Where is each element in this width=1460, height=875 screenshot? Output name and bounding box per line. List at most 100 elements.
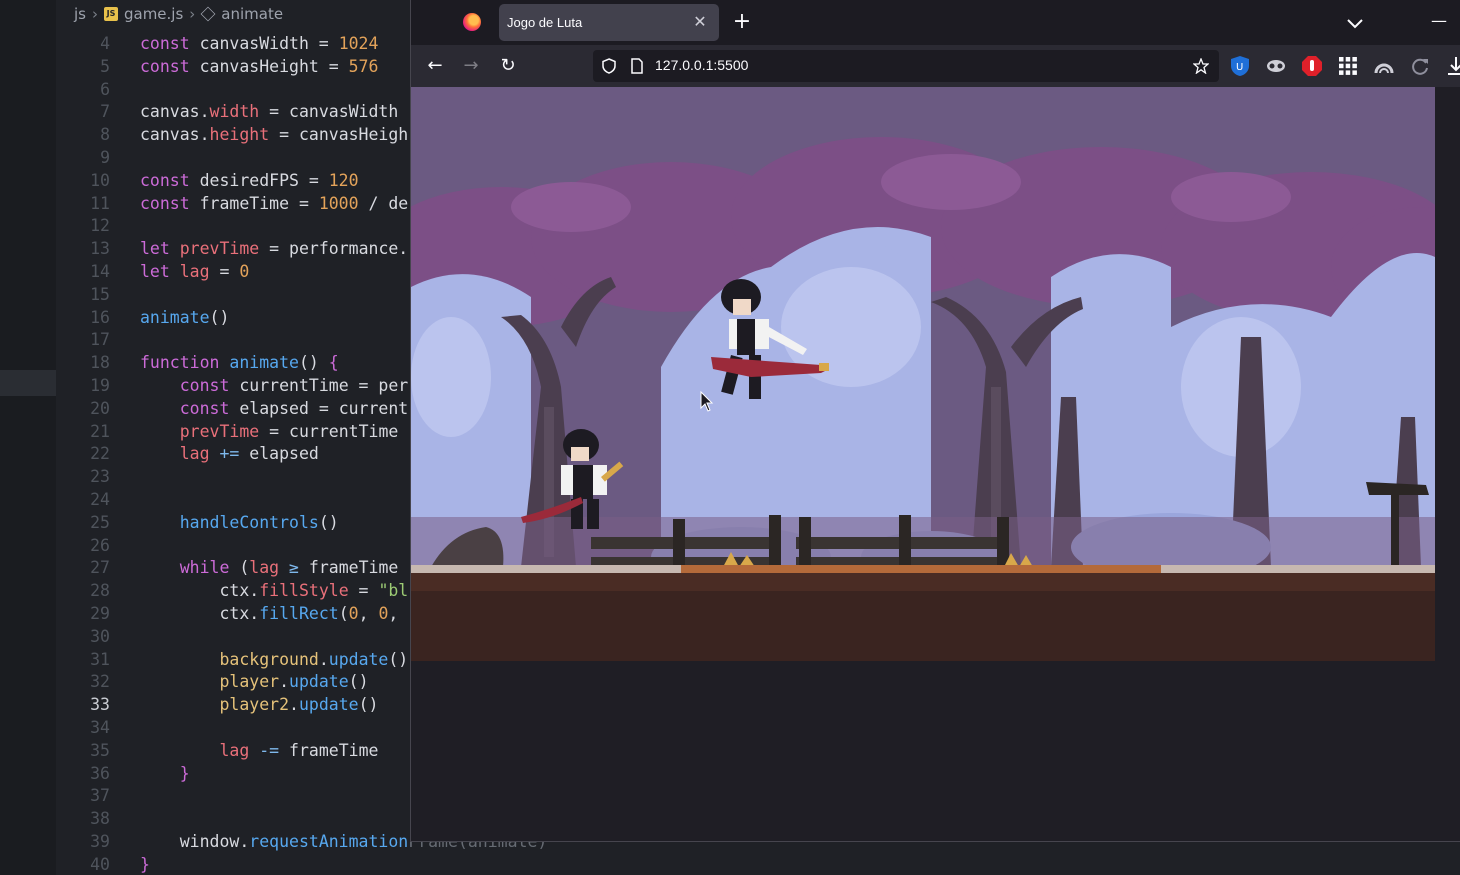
reload-button[interactable]: ↻ bbox=[496, 55, 520, 77]
ground-upper bbox=[411, 573, 1435, 591]
tab-title: Jogo de Luta bbox=[507, 15, 583, 30]
code-text[interactable]: const canvasHeight = 576 bbox=[140, 56, 378, 79]
breadcrumb-symbol[interactable]: animate bbox=[221, 5, 283, 23]
code-text[interactable]: background.update() bbox=[140, 649, 408, 672]
code-text[interactable]: lag -= frameTime bbox=[140, 740, 378, 763]
code-text[interactable]: let lag = 0 bbox=[140, 261, 249, 284]
line-number: 34 bbox=[90, 717, 110, 737]
download-icon[interactable] bbox=[1445, 55, 1460, 77]
breadcrumb: js › JS game.js › animate bbox=[74, 4, 283, 24]
line-number: 14 bbox=[90, 261, 110, 281]
line-number: 15 bbox=[90, 284, 110, 304]
line-number: 30 bbox=[90, 626, 110, 646]
line-number: 10 bbox=[90, 170, 110, 190]
code-text[interactable]: } bbox=[140, 854, 150, 875]
line-number: 16 bbox=[90, 307, 110, 327]
js-file-icon: JS bbox=[103, 7, 118, 21]
line-number: 4 bbox=[100, 34, 110, 53]
nav-bar: ← → ↻ 127.0.0.1:5500 U bbox=[411, 45, 1460, 87]
tab-list-chevron-icon[interactable] bbox=[1343, 11, 1367, 35]
svg-text:U: U bbox=[1236, 62, 1243, 73]
line-number: 27 bbox=[90, 558, 110, 578]
line-number: 23 bbox=[90, 467, 110, 487]
line-number: 9 bbox=[100, 147, 110, 167]
code-text[interactable]: const desiredFPS = 120 bbox=[140, 170, 359, 193]
activity-bar bbox=[0, 0, 56, 875]
back-button[interactable]: ← bbox=[423, 55, 447, 77]
code-text[interactable]: player.update() bbox=[140, 671, 368, 694]
grid-icon[interactable] bbox=[1337, 55, 1359, 77]
line-number: 17 bbox=[90, 330, 110, 350]
line-number: 29 bbox=[90, 603, 110, 623]
line-number: 35 bbox=[90, 740, 110, 760]
tab-jogo-de-luta[interactable]: Jogo de Luta ✕ bbox=[499, 4, 719, 41]
code-text[interactable]: let prevTime = performance. bbox=[140, 238, 408, 261]
page-viewport bbox=[411, 87, 1460, 841]
code-text[interactable]: prevTime = currentTime bbox=[140, 421, 399, 444]
browser-window: Jogo de Luta ✕ + — ← → ↻ 127.0.0.1:5500 … bbox=[410, 0, 1460, 842]
sync-icon[interactable] bbox=[1409, 55, 1431, 77]
code-text[interactable]: animate() bbox=[140, 307, 229, 330]
breadcrumb-file[interactable]: game.js bbox=[124, 5, 183, 23]
line-number: 25 bbox=[90, 512, 110, 532]
forward-button[interactable]: → bbox=[459, 55, 483, 77]
mask-icon[interactable] bbox=[1265, 55, 1287, 77]
code-text[interactable]: function animate() { bbox=[140, 352, 339, 375]
line-number: 37 bbox=[90, 786, 110, 806]
code-text[interactable]: lag += elapsed bbox=[140, 443, 319, 466]
code-text[interactable]: canvas.height = canvasHeigh bbox=[140, 124, 408, 147]
chevron-right-icon: › bbox=[91, 5, 98, 23]
line-number: 22 bbox=[90, 444, 110, 464]
code-text[interactable]: while (lag ≥ frameTime bbox=[140, 557, 399, 580]
code-text[interactable]: canvas.width = canvasWidth bbox=[140, 101, 398, 124]
url-text[interactable]: 127.0.0.1:5500 bbox=[655, 57, 748, 73]
line-number: 38 bbox=[90, 809, 110, 829]
line-number: 12 bbox=[90, 216, 110, 236]
code-text[interactable]: const canvasWidth = 1024 bbox=[140, 33, 378, 56]
game-canvas[interactable] bbox=[411, 87, 1435, 661]
line-number: 20 bbox=[90, 398, 110, 418]
breadcrumb-folder[interactable]: js bbox=[74, 5, 86, 23]
line-number: 28 bbox=[90, 581, 110, 601]
code-text[interactable]: player2.update() bbox=[140, 694, 378, 717]
firefox-logo-icon[interactable] bbox=[463, 13, 481, 31]
adblock-icon[interactable] bbox=[1301, 55, 1323, 77]
close-icon[interactable]: ✕ bbox=[691, 13, 709, 31]
code-text[interactable]: const currentTime = per bbox=[140, 375, 408, 398]
line-number: 24 bbox=[90, 489, 110, 509]
code-text[interactable]: const elapsed = current bbox=[140, 398, 408, 421]
code-text[interactable]: ctx.fillStyle = "bl bbox=[140, 580, 408, 603]
code-text[interactable]: const frameTime = 1000 / de bbox=[140, 193, 408, 216]
minimize-button[interactable]: — bbox=[1427, 11, 1451, 35]
line-number: 33 bbox=[90, 695, 110, 715]
shield-icon[interactable] bbox=[601, 58, 617, 74]
activity-bar-selection bbox=[0, 370, 56, 396]
ublock-icon[interactable]: U bbox=[1229, 55, 1251, 77]
vpn-icon[interactable] bbox=[1373, 55, 1395, 77]
ground-top bbox=[681, 565, 1161, 573]
line-number: 8 bbox=[100, 125, 110, 145]
code-text[interactable]: handleControls() bbox=[140, 512, 339, 535]
line-number: 11 bbox=[90, 193, 110, 213]
code-text[interactable]: } bbox=[140, 763, 190, 786]
chevron-right-icon: › bbox=[189, 5, 196, 23]
line-number: 31 bbox=[90, 649, 110, 669]
tab-bar: Jogo de Luta ✕ + — bbox=[411, 0, 1460, 45]
line-number: 19 bbox=[90, 375, 110, 395]
line-number: 7 bbox=[100, 102, 110, 122]
new-tab-button[interactable]: + bbox=[731, 11, 753, 33]
url-bar[interactable]: 127.0.0.1:5500 bbox=[593, 50, 1219, 82]
function-symbol-icon bbox=[200, 6, 216, 22]
bookmark-star-icon[interactable] bbox=[1193, 58, 1209, 74]
line-number: 5 bbox=[100, 56, 110, 76]
line-number: 36 bbox=[90, 763, 110, 783]
line-number: 13 bbox=[90, 239, 110, 259]
page-icon[interactable] bbox=[629, 58, 645, 74]
line-number: 40 bbox=[90, 854, 110, 874]
line-number: 21 bbox=[90, 421, 110, 441]
line-number: 6 bbox=[100, 79, 110, 99]
line-number: 26 bbox=[90, 535, 110, 555]
line-number: 39 bbox=[90, 831, 110, 851]
line-number: 18 bbox=[90, 353, 110, 373]
code-text[interactable]: ctx.fillRect(0, 0, bbox=[140, 603, 398, 626]
